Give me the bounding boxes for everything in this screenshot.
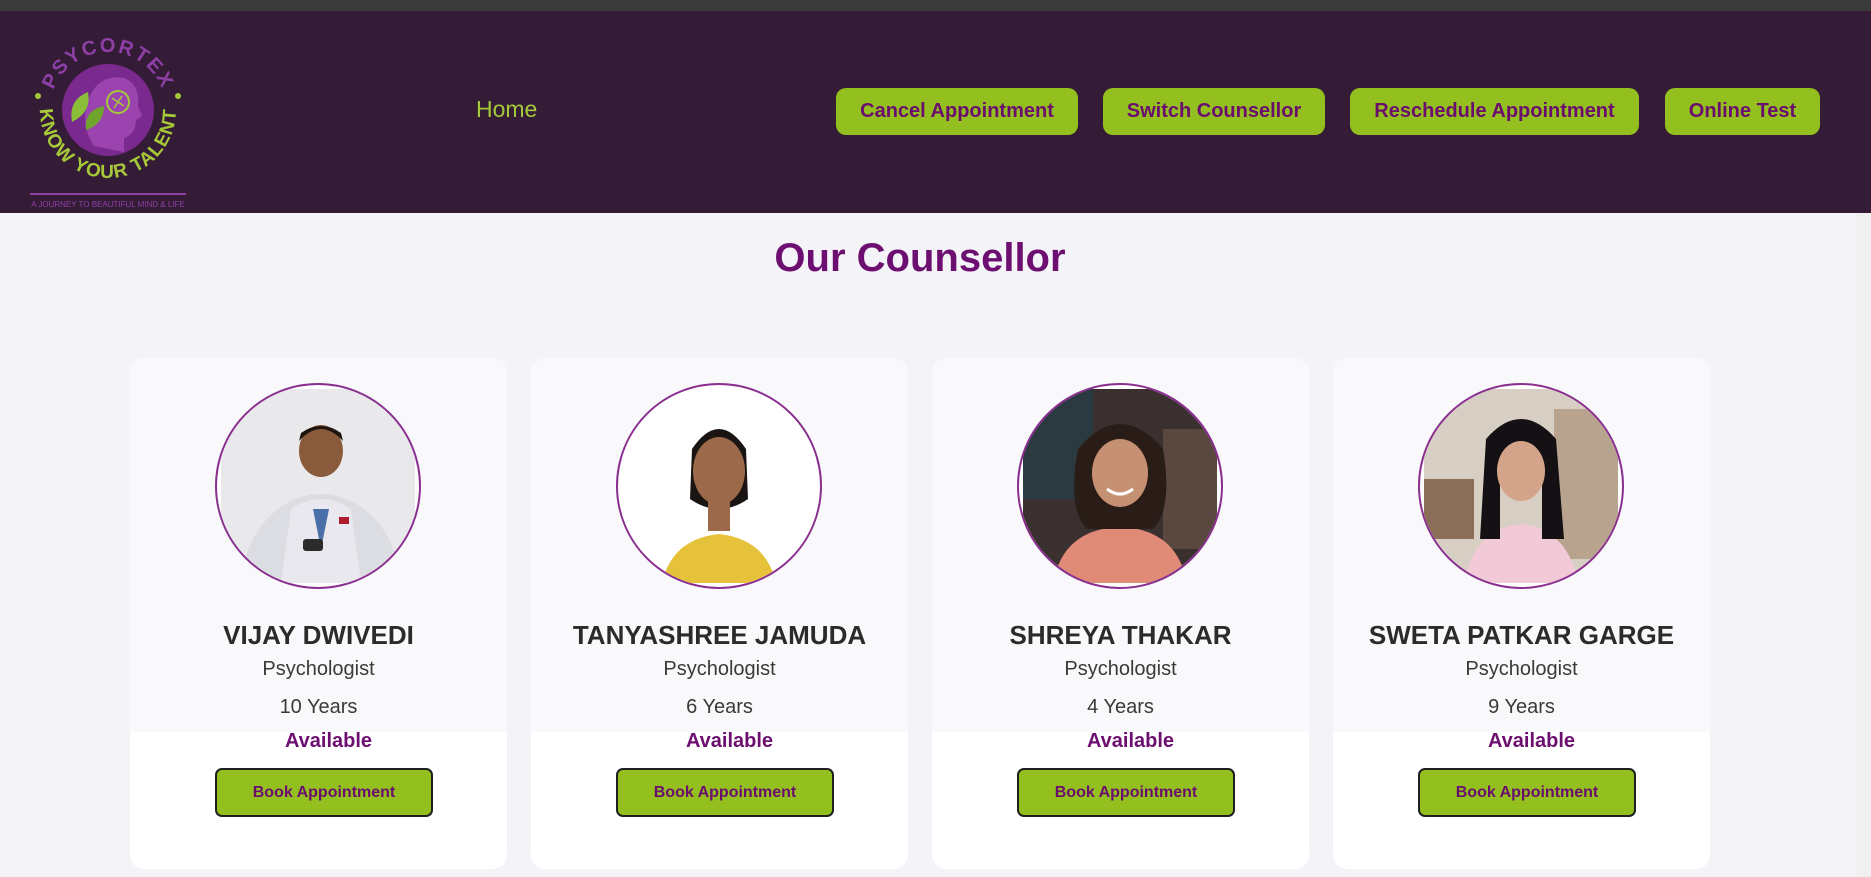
counsellor-role: Psychologist xyxy=(663,658,776,680)
book-appointment-button[interactable]: Book Appointment xyxy=(1418,768,1636,817)
counsellor-card: TANYASHREE JAMUDA Psychologist 6 Years A… xyxy=(531,358,908,869)
online-test-button[interactable]: Online Test xyxy=(1665,88,1820,135)
counsellor-role: Psychologist xyxy=(262,658,375,680)
svg-text:A JOURNEY TO BEAUTIFUL MIND &: A JOURNEY TO BEAUTIFUL MIND & LIFE xyxy=(31,200,185,209)
page-title: Our Counsellor xyxy=(774,236,1066,280)
availability-status: Available xyxy=(1487,730,1576,752)
site-header: PSYCORTEX KNOW YOUR TALENT A JOURNEY TO … xyxy=(0,11,1871,213)
counsellor-card: SHREYA THAKAR Psychologist 4 Years Avail… xyxy=(932,358,1309,869)
availability-status: Available xyxy=(1086,730,1175,752)
availability-status: Available xyxy=(284,730,373,752)
counsellor-photo xyxy=(215,383,421,589)
counsellor-photo xyxy=(616,383,822,589)
counsellor-experience: 4 Years xyxy=(1087,696,1154,718)
counsellor-name: TANYASHREE JAMUDA xyxy=(572,620,867,650)
switch-counsellor-button[interactable]: Switch Counsellor xyxy=(1103,88,1325,135)
browser-top-strip xyxy=(0,0,1871,11)
reschedule-appointment-button[interactable]: Reschedule Appointment xyxy=(1350,88,1639,135)
counsellor-photo xyxy=(1017,383,1223,589)
counsellor-name: VIJAY DWIVEDI xyxy=(223,620,414,650)
availability-status: Available xyxy=(685,730,774,752)
counsellor-role: Psychologist xyxy=(1465,658,1578,680)
counsellor-card: SWETA PATKAR GARGE Psychologist 9 Years … xyxy=(1333,358,1710,869)
psycortex-logo[interactable]: PSYCORTEX KNOW YOUR TALENT A JOURNEY TO … xyxy=(28,26,188,212)
book-appointment-button[interactable]: Book Appointment xyxy=(1017,768,1235,817)
counsellor-photo xyxy=(1418,383,1624,589)
page-scrollbar[interactable] xyxy=(1856,213,1871,877)
counsellor-role: Psychologist xyxy=(1064,658,1177,680)
cancel-appointment-button[interactable]: Cancel Appointment xyxy=(836,88,1078,135)
book-appointment-button[interactable]: Book Appointment xyxy=(215,768,433,817)
counsellor-name: SWETA PATKAR GARGE xyxy=(1368,620,1675,650)
counsellor-name: SHREYA THAKAR xyxy=(1009,620,1232,650)
counsellor-experience: 9 Years xyxy=(1488,696,1555,718)
counsellor-card: VIJAY DWIVEDI Psychologist 10 Years Avai… xyxy=(130,358,507,869)
book-appointment-button[interactable]: Book Appointment xyxy=(616,768,834,817)
counsellor-experience: 6 Years xyxy=(686,696,753,718)
nav-home-link[interactable]: Home xyxy=(476,96,537,123)
counsellor-experience: 10 Years xyxy=(279,696,358,718)
